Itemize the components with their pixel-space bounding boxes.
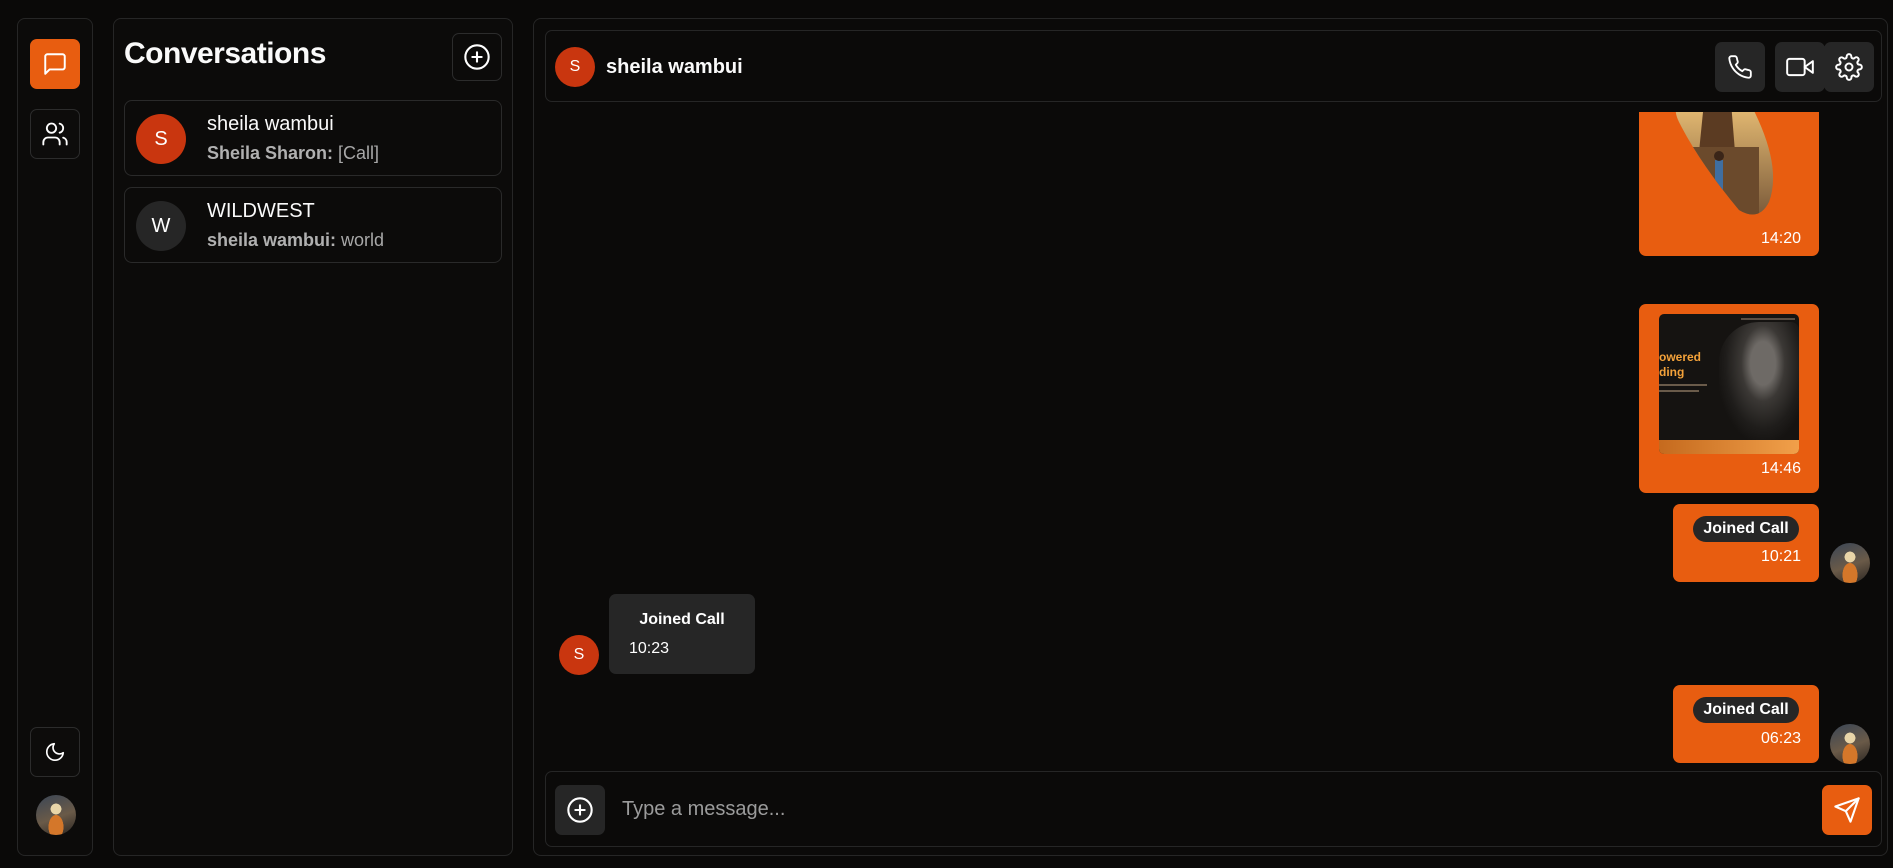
message-input[interactable] xyxy=(622,786,1772,832)
message-time: 06:23 xyxy=(1760,730,1801,747)
phone-icon xyxy=(1728,55,1752,79)
attach-button[interactable] xyxy=(555,785,605,835)
message-square-icon xyxy=(44,53,66,75)
conversation-name: WILDWEST xyxy=(207,200,315,222)
call-message[interactable]: Joined Call 06:23 xyxy=(1673,685,1819,763)
message-image: owered ding xyxy=(1659,314,1799,454)
new-conversation-button[interactable] xyxy=(452,33,502,81)
joined-call-badge: Joined Call xyxy=(1693,516,1799,542)
image-message[interactable]: owered ding 14:46 xyxy=(1639,304,1819,493)
conversation-item[interactable]: S sheila wambui Sheila Sharon: [Call] xyxy=(124,100,502,176)
sender-avatar xyxy=(1830,724,1870,764)
message-list[interactable]: 14:20 owered ding 14:46 Joined Call 10:2… xyxy=(534,112,1887,767)
video-icon xyxy=(1786,57,1814,77)
message-time: 10:23 xyxy=(629,640,670,657)
preview-text: world xyxy=(336,230,385,250)
sender-avatar xyxy=(1830,543,1870,583)
joined-call-label: Joined Call xyxy=(639,611,725,628)
user-avatar[interactable] xyxy=(36,795,76,835)
settings-icon xyxy=(1835,53,1863,81)
joined-call-badge: Joined Call xyxy=(1693,697,1799,723)
avatar-image xyxy=(36,795,76,835)
conversation-item[interactable]: W WILDWEST sheila wambui: world xyxy=(124,187,502,263)
preview-text: [Call] xyxy=(333,143,380,163)
conversation-preview: sheila wambui: world xyxy=(207,230,384,251)
image-text-line-1: owered xyxy=(1659,350,1702,364)
conversations-panel: Conversations S sheila wambui Sheila Sha… xyxy=(113,18,513,856)
avatar-image xyxy=(1830,543,1870,583)
message-time: 14:46 xyxy=(1760,460,1801,477)
image-message[interactable]: 14:20 xyxy=(1639,112,1819,256)
video-call-button[interactable] xyxy=(1775,42,1825,92)
conversation-preview: Sheila Sharon: [Call] xyxy=(207,143,379,164)
theme-toggle-button[interactable] xyxy=(30,727,80,777)
message-time: 10:21 xyxy=(1760,548,1801,565)
conversation-avatar: S xyxy=(136,114,186,164)
users-icon xyxy=(42,122,68,146)
chat-header: S sheila wambui xyxy=(545,30,1882,102)
nav-chats-button[interactable] xyxy=(30,39,80,89)
conversations-title: Conversations xyxy=(124,37,326,70)
message-composer xyxy=(545,771,1882,847)
call-message[interactable]: Joined Call 10:21 xyxy=(1673,504,1819,582)
voice-call-button[interactable] xyxy=(1715,42,1765,92)
nav-rail xyxy=(17,18,93,856)
conversation-avatar: W xyxy=(136,201,186,251)
moon-icon xyxy=(45,742,65,762)
message-time: 14:20 xyxy=(1760,230,1801,247)
nav-contacts-button[interactable] xyxy=(30,109,80,159)
plus-circle-icon xyxy=(567,797,593,823)
chat-header-avatar: S xyxy=(555,47,595,87)
chat-panel: S sheila wambui 14:20 owered ding 14:46 … xyxy=(533,18,1888,856)
chat-settings-button[interactable] xyxy=(1824,42,1874,92)
plus-circle-icon xyxy=(464,44,490,70)
sender-avatar: S xyxy=(559,635,599,675)
call-message[interactable]: Joined Call 10:23 xyxy=(609,594,755,674)
avatar-image xyxy=(1830,724,1870,764)
send-button[interactable] xyxy=(1822,785,1872,835)
preview-sender: sheila wambui: xyxy=(207,230,337,250)
chat-header-name: sheila wambui xyxy=(606,56,743,78)
message-image xyxy=(1675,112,1774,215)
image-text-line-2: ding xyxy=(1659,365,1685,379)
conversation-name: sheila wambui xyxy=(207,113,334,135)
preview-sender: Sheila Sharon: xyxy=(207,143,334,163)
send-icon xyxy=(1834,797,1860,823)
